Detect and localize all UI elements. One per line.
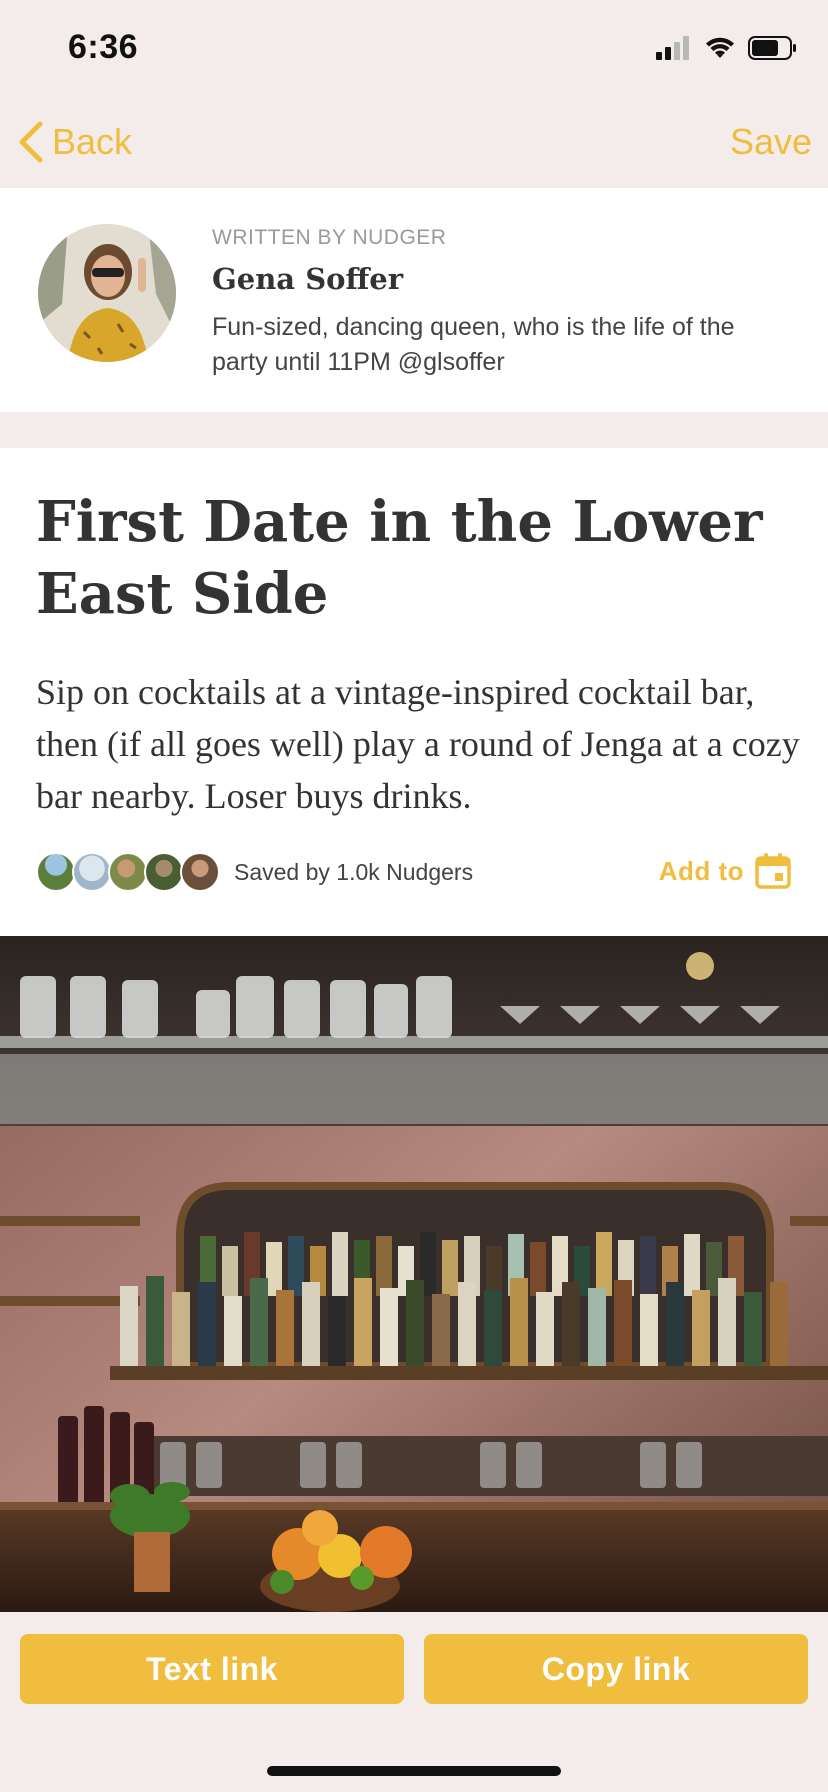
saved-by-label: Saved by 1.0k Nudgers	[234, 858, 474, 885]
navigation-bar: Back Save	[0, 96, 828, 188]
calendar-icon	[755, 853, 791, 889]
text-link-button[interactable]: Text link	[20, 1634, 404, 1704]
saver-avatar-stack	[36, 852, 220, 892]
cocktail-bar-photo	[0, 936, 828, 1612]
wifi-icon	[706, 37, 734, 58]
battery-icon	[748, 36, 796, 60]
chevron-left-icon	[19, 121, 43, 163]
back-button[interactable]: Back	[16, 114, 132, 170]
article-description: Sip on cocktails at a vintage-inspired c…	[36, 672, 800, 816]
status-time: 6:36	[68, 28, 139, 66]
article-title: First Date in the Lower East Side	[36, 489, 763, 627]
copy-link-button[interactable]: Copy link	[424, 1634, 808, 1704]
cellular-signal-icon	[656, 36, 689, 60]
add-to-calendar-button[interactable]: Add to	[659, 848, 792, 894]
author-bio: Fun-sized, dancing queen, who is the lif…	[212, 313, 735, 376]
author-card: WRITTEN BY NUDGER Gena Soffer Fun-sized,…	[0, 188, 828, 412]
author-eyebrow: WRITTEN BY NUDGER	[212, 226, 447, 249]
saver-avatar	[144, 852, 184, 892]
home-indicator	[267, 1766, 561, 1776]
article-card: First Date in the Lower East Side Sip on…	[0, 448, 828, 936]
add-to-label: Add to	[658, 855, 744, 886]
status-bar: 6:36	[0, 0, 828, 96]
save-button[interactable]: Save	[730, 114, 812, 170]
saver-avatar	[108, 852, 148, 892]
saver-avatar	[36, 852, 76, 892]
back-label: Back	[52, 121, 133, 162]
status-icons	[656, 36, 798, 60]
author-avatar[interactable]	[38, 224, 176, 362]
saved-by-row[interactable]: Saved by 1.0k Nudgers	[36, 850, 473, 894]
saver-avatar	[72, 852, 112, 892]
author-name[interactable]: Gena Soffer	[212, 262, 403, 296]
share-actions: Text link Copy link	[0, 1612, 828, 1792]
saver-avatar	[180, 852, 220, 892]
